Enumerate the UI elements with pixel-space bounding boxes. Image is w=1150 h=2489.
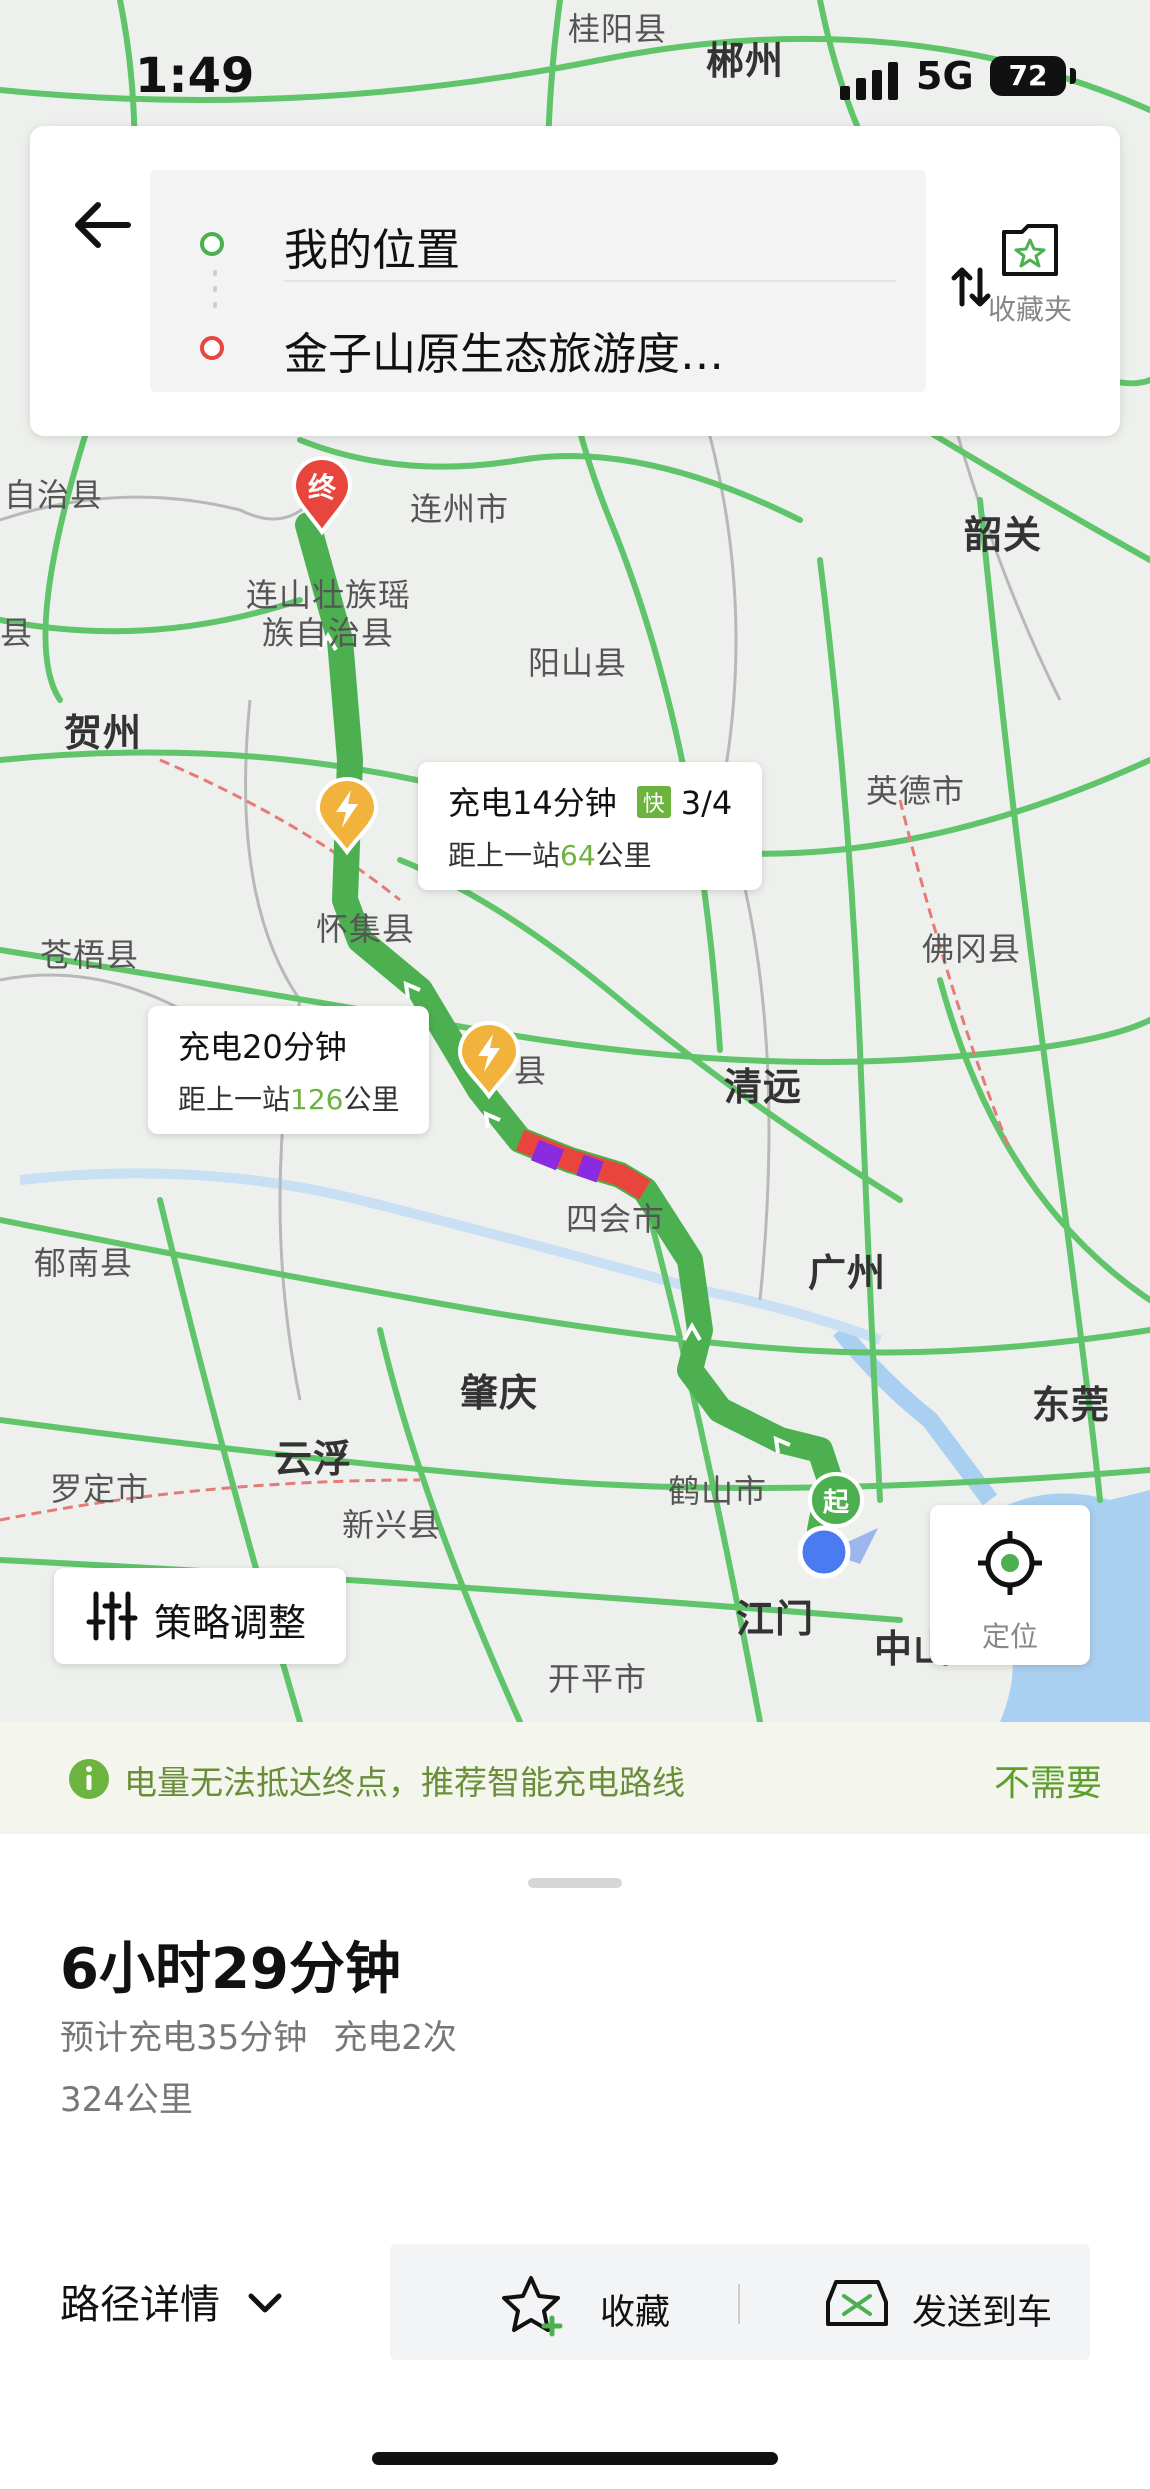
- origin-marker[interactable]: 起: [806, 1470, 866, 1530]
- map-label: 连州市: [410, 490, 510, 528]
- destination-marker[interactable]: 终: [290, 456, 354, 536]
- favorite-route-button[interactable]: 收藏: [390, 2244, 736, 2360]
- charging-notice-bar: 电量无法抵达终点，推荐智能充电路线 不需要: [0, 1722, 1150, 1834]
- distance-prefix: 距上一站: [178, 1083, 291, 1116]
- sheet-grabber[interactable]: [528, 1878, 622, 1888]
- favorites-folder-icon: [1002, 224, 1058, 276]
- charge-summary: 预计充电35分钟 充电2次: [60, 2010, 457, 2059]
- map-label: 阳山县: [528, 644, 628, 682]
- route-distance: 324公里: [60, 2080, 193, 2120]
- dismiss-button[interactable]: 不需要: [994, 1754, 1102, 1806]
- send-to-car-label: 发送到车: [912, 2293, 1053, 2333]
- map-label: 佛冈县: [922, 930, 1022, 968]
- connector-dot: [213, 286, 217, 292]
- start-marker-label: 起: [822, 1488, 849, 1518]
- connector-dot: [213, 270, 217, 276]
- distance-prefix: 距上一站: [448, 839, 561, 872]
- route-search-card: 我的位置 金子山原生态旅游度… 收藏夹: [30, 126, 1120, 436]
- favorites-button[interactable]: 收藏夹: [970, 222, 1090, 328]
- fast-charge-badge: 快: [636, 786, 671, 818]
- route-details-toggle[interactable]: 路径详情: [60, 2272, 285, 2330]
- destination-dot-icon: [200, 336, 224, 360]
- map-label: 罗定市: [50, 1470, 150, 1508]
- map-label: 四会市: [566, 1200, 666, 1238]
- map-label: 广州: [808, 1251, 887, 1295]
- route-input-box: 我的位置 金子山原生态旅游度…: [150, 170, 991, 392]
- map-label: 郁南县: [34, 1244, 134, 1282]
- charge-stop-pin[interactable]: [314, 776, 380, 856]
- map-label: 怀集县: [316, 910, 416, 948]
- strategy-label: 策略调整: [154, 1601, 307, 1645]
- action-bar: 收藏 发送到车: [390, 2244, 1090, 2360]
- map-label: 开平市: [548, 1660, 648, 1698]
- locate-button[interactable]: 定位: [930, 1505, 1090, 1665]
- back-arrow-icon[interactable]: [68, 190, 138, 260]
- distance-unit: 公里: [343, 1083, 400, 1116]
- charge-stop-bubble[interactable]: 充电20分钟 距上一站126公里: [148, 1006, 430, 1134]
- map-label: 县: [0, 614, 34, 652]
- star-add-icon: [502, 2276, 563, 2337]
- map-label: 东莞: [1032, 1383, 1111, 1427]
- strategy-adjust-button[interactable]: 策略调整: [54, 1568, 346, 1664]
- map-label: 新兴县: [342, 1506, 442, 1544]
- map-label: 云浮: [274, 1437, 353, 1481]
- charge-duration: 充电20分钟: [178, 1028, 347, 1066]
- car-icon: [826, 2280, 888, 2326]
- locate-label: 定位: [981, 1620, 1038, 1653]
- origin-dot-icon: [200, 232, 224, 256]
- action-divider: [738, 2284, 740, 2324]
- map-label: 族自治县: [262, 614, 395, 652]
- destination-field[interactable]: 金子山原生态旅游度…: [284, 318, 724, 382]
- charge-stop-bubble[interactable]: 充电14分钟快 3/4 距上一站64公里: [418, 762, 763, 890]
- network-type: 5G: [916, 54, 974, 98]
- chevron-down-icon: [248, 2293, 282, 2313]
- charge-count: 充电2次: [333, 2018, 457, 2058]
- distance-value: 126: [290, 1083, 344, 1116]
- map-label: 清远: [724, 1065, 803, 1109]
- battery-tip: [1070, 68, 1076, 84]
- current-location-dot: [796, 1522, 886, 1582]
- cellular-signal-icon: [840, 62, 898, 100]
- charge-time: 预计充电35分钟: [60, 2018, 308, 2058]
- status-time: 1:49: [135, 48, 255, 104]
- route-details-label: 路径详情: [60, 2282, 220, 2328]
- send-to-car-button[interactable]: 发送到车: [742, 2244, 1090, 2360]
- charge-duration: 充电14分钟: [448, 784, 617, 822]
- map-label: 肇庆: [460, 1371, 539, 1415]
- distance-unit: 公里: [595, 839, 652, 872]
- map-label: 自治县: [4, 476, 104, 514]
- map-label: 英德市: [866, 772, 966, 810]
- field-divider: [284, 280, 896, 282]
- end-marker-label: 终: [307, 471, 336, 504]
- info-icon: [69, 1759, 109, 1799]
- favorite-label: 收藏: [600, 2293, 671, 2333]
- connector-dot: [213, 302, 217, 308]
- status-bar: 1:49 5G 72: [0, 40, 1150, 120]
- notice-text: 电量无法抵达终点，推荐智能充电路线: [124, 1763, 685, 1802]
- map-label: 韶关: [964, 513, 1043, 557]
- battery-indicator: 72: [990, 56, 1066, 96]
- sliders-icon: [86, 1591, 138, 1641]
- map-label: 江门: [736, 1597, 815, 1641]
- distance-value: 64: [560, 839, 596, 872]
- home-indicator[interactable]: [372, 2452, 778, 2465]
- map-label: 贺州: [64, 711, 143, 755]
- map-label: 鹤山市: [668, 1472, 768, 1510]
- origin-field[interactable]: 我的位置: [284, 214, 460, 278]
- crosshair-icon: [978, 1531, 1042, 1595]
- route-duration: 6小时29分钟: [60, 1937, 401, 2002]
- favorites-label: 收藏夹: [987, 293, 1072, 326]
- map-label: 苍梧县: [40, 936, 140, 974]
- charge-stop-pin[interactable]: [456, 1020, 522, 1100]
- charger-availability: 3/4: [680, 784, 733, 822]
